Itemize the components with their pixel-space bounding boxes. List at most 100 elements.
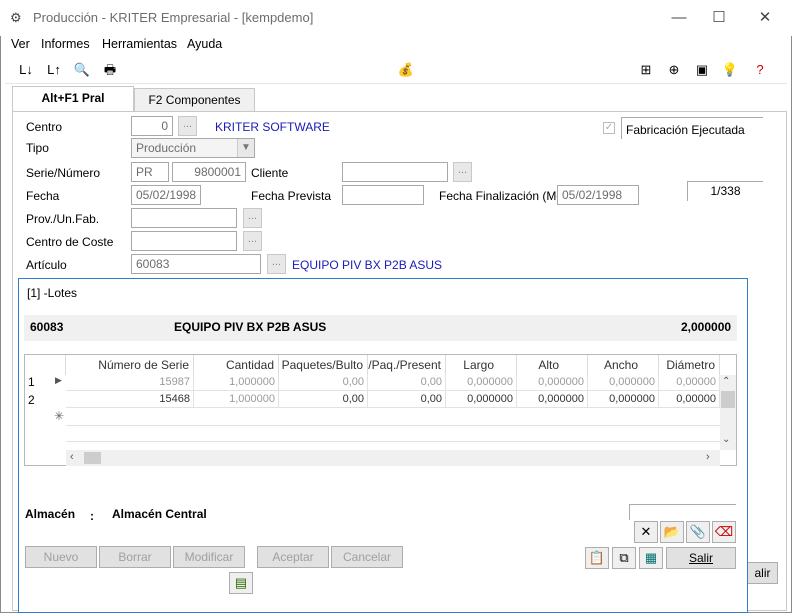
almacen-separator: : (90, 509, 94, 523)
articulo-lookup-button[interactable]: ... (267, 254, 286, 274)
articulo-label: Artículo (26, 258, 67, 272)
scroll-left-icon[interactable]: ‹ (70, 451, 74, 463)
scroll-down-icon[interactable]: ⌄ (722, 434, 730, 445)
menu-ver[interactable]: Ver (11, 37, 30, 51)
tab-componentes[interactable]: F2 Componentes (134, 88, 255, 112)
centro-coste-lookup-button[interactable]: ... (243, 231, 262, 251)
scroll-up-icon[interactable]: ⌃ (722, 376, 730, 387)
delete-icon[interactable]: ✕ (634, 521, 658, 543)
articulo-name: EQUIPO PIV BX P2B ASUS (292, 258, 443, 272)
centro-input[interactable]: 0 (131, 116, 173, 136)
cell-paq-present[interactable]: 0,00 (368, 391, 446, 408)
aceptar-button[interactable]: Aceptar (257, 546, 329, 568)
menu-informes[interactable]: Informes (41, 37, 90, 51)
prov-input[interactable] (131, 208, 237, 228)
cell-ancho[interactable]: 0,000000 (588, 391, 659, 408)
serie-input[interactable]: PR (131, 162, 169, 182)
cliente-lookup-button[interactable]: ... (453, 162, 472, 182)
copy-icon[interactable]: ⧉ (612, 547, 636, 569)
centro-coste-input[interactable] (131, 231, 237, 251)
cell-diametro[interactable]: 0,00000 (659, 391, 720, 408)
fabricacion-checkbox[interactable]: ✓ (603, 122, 615, 134)
cell-numero-serie[interactable]: 15987 (66, 374, 194, 391)
export-icon[interactable]: ▤ (229, 572, 253, 594)
window-title: Producción - KRITER Empresarial - [kempd… (33, 10, 314, 25)
lightbulb-icon[interactable]: 💡 (720, 61, 740, 79)
behind-salir-button[interactable]: alir (748, 562, 778, 584)
maximize-button[interactable]: ☐ (702, 6, 736, 30)
cell-diametro[interactable]: 0,00000 (659, 374, 720, 391)
col-diametro[interactable]: Diámetro (659, 355, 720, 375)
centro-label: Centro (26, 120, 63, 134)
col-ancho[interactable]: Ancho (588, 355, 659, 375)
centro-name: KRITER SOFTWARE (215, 120, 330, 134)
cell-alto[interactable]: 0,000000 (517, 391, 588, 408)
add-table-icon[interactable]: ⊕ (664, 61, 684, 79)
eraser-icon[interactable]: ⌫ (712, 521, 736, 543)
dialog-article-name: EQUIPO PIV BX P2B ASUS (174, 320, 327, 334)
horizontal-scrollbar[interactable] (66, 450, 720, 466)
minimize-button[interactable]: — (662, 6, 696, 30)
warehouse-icon[interactable]: ▦ (639, 547, 663, 569)
cell-paq-present[interactable]: 0,00 (368, 374, 446, 391)
help-icon[interactable]: ? (750, 61, 770, 79)
borrar-button[interactable]: Borrar (99, 546, 171, 568)
grid-line (66, 425, 720, 426)
sort-up-icon[interactable]: L↑ (44, 61, 64, 79)
col-paquetes-bulto[interactable]: Paquetes/Bulto (279, 355, 368, 375)
col-largo[interactable]: Largo (446, 355, 517, 375)
scroll-right-icon[interactable]: › (706, 451, 710, 463)
cancelar-button[interactable]: Cancelar (331, 546, 403, 568)
cell-cantidad[interactable]: 1,000000 (194, 391, 279, 408)
cell-paquetes-bulto[interactable]: 0,00 (279, 374, 368, 391)
cell-largo[interactable]: 0,000000 (446, 391, 517, 408)
close-button[interactable]: ✕ (748, 6, 782, 30)
col-numero-serie[interactable]: Número de Serie (66, 355, 194, 375)
fecha-fin-input[interactable]: 05/02/1998 (557, 185, 639, 205)
menu-ayuda[interactable]: Ayuda (187, 37, 222, 51)
cell-paquetes-bulto[interactable]: 0,00 (279, 391, 368, 408)
vertical-scroll-thumb[interactable] (721, 391, 735, 408)
tab-principal[interactable]: Alt+F1 Pral (12, 86, 134, 112)
current-row-icon: ▶ (55, 375, 62, 385)
nuevo-button[interactable]: Nuevo (25, 546, 97, 568)
horizontal-scroll-thumb[interactable] (84, 452, 101, 464)
centro-coste-label: Centro de Coste (26, 235, 114, 249)
cell-ancho[interactable]: 0,000000 (588, 374, 659, 391)
fecha-input[interactable]: 05/02/1998 (131, 185, 201, 205)
centro-lookup-button[interactable]: ... (178, 116, 197, 136)
article-header-band (24, 315, 737, 341)
clipboard-icon[interactable]: 📋 (585, 547, 609, 569)
fecha-prevista-label: Fecha Prevista (251, 189, 332, 203)
fecha-fin-label: Fecha Finalización (Mov. (439, 189, 572, 203)
cell-largo[interactable]: 0,000000 (446, 374, 517, 391)
articulo-input[interactable]: 60083 (131, 254, 261, 274)
print-icon[interactable]: 🖶 (100, 61, 120, 79)
fecha-prevista-input[interactable] (342, 185, 424, 205)
salir-button[interactable]: Salir (666, 547, 736, 569)
cliente-input[interactable] (342, 162, 448, 182)
col-paq-present[interactable]: /Paq./Present (368, 355, 446, 375)
chevron-down-icon[interactable]: ▼ (237, 139, 254, 157)
numero-input[interactable]: 9800001 (172, 162, 246, 182)
cell-alto[interactable]: 0,000000 (517, 374, 588, 391)
sort-down-icon[interactable]: L↓ (16, 61, 36, 79)
grid-icon[interactable]: ⊞ (636, 61, 656, 79)
almacen-value: Almacén Central (112, 507, 207, 521)
folder-icon[interactable]: ▣ (692, 61, 712, 79)
money-bag-icon[interactable]: 💰 (396, 61, 416, 79)
cell-cantidad[interactable]: 1,000000 (194, 374, 279, 391)
open-folder-icon[interactable]: 📂 (660, 521, 684, 543)
cell-numero-serie[interactable]: 15468 (66, 391, 194, 408)
modificar-button[interactable]: Modificar (173, 546, 245, 568)
col-cantidad[interactable]: Cantidad (194, 355, 279, 375)
prov-lookup-button[interactable]: ... (243, 208, 262, 228)
attach-icon[interactable]: 📎 (686, 521, 710, 543)
menu-herramientas[interactable]: Herramientas (102, 37, 177, 51)
lotes-dialog-title: [1] -Lotes (27, 286, 78, 300)
row-number: 1 (28, 375, 35, 389)
dialog-quantity: 2,000000 (681, 320, 732, 334)
col-alto[interactable]: Alto (517, 355, 588, 375)
app-icon: ⚙ (10, 10, 22, 25)
preview-icon[interactable]: 🔍 (72, 61, 92, 79)
